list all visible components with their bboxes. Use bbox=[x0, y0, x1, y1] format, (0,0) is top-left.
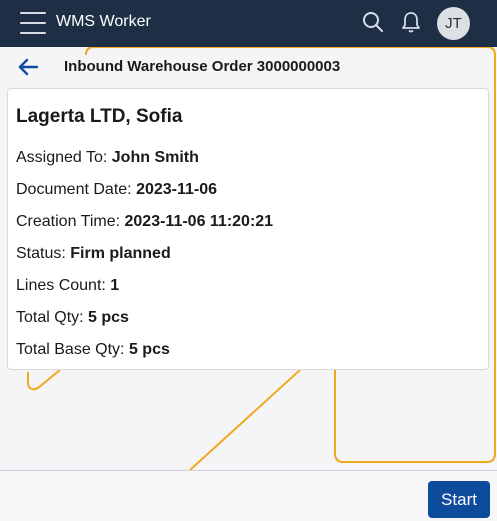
page-header: Inbound Warehouse Order 3000000003 bbox=[0, 47, 497, 87]
field-label: Lines Count: bbox=[16, 277, 106, 294]
order-details-card: Lagerta LTD, Sofia Assigned To: John Smi… bbox=[7, 88, 489, 370]
field-total-base-qty: Total Base Qty: 5 pcs bbox=[16, 341, 170, 359]
app-header: WMS Worker JT bbox=[0, 0, 497, 47]
start-button[interactable]: Start bbox=[428, 481, 490, 518]
search-icon[interactable] bbox=[361, 10, 385, 34]
field-value: 2023-11-06 11:20:21 bbox=[124, 213, 274, 230]
hamburger-menu-icon[interactable] bbox=[20, 12, 46, 34]
field-total-qty: Total Qty: 5 pcs bbox=[16, 309, 129, 327]
field-document-date: Document Date: 2023-11-06 bbox=[16, 181, 217, 199]
arrow-left-icon[interactable] bbox=[16, 57, 40, 77]
avatar[interactable]: JT bbox=[437, 7, 470, 40]
page-title: Inbound Warehouse Order 3000000003 bbox=[64, 58, 341, 75]
field-value: 5 pcs bbox=[88, 309, 129, 326]
field-status: Status: Firm planned bbox=[16, 245, 171, 263]
field-value: 2023-11-06 bbox=[136, 181, 218, 198]
field-label: Assigned To: bbox=[16, 149, 108, 166]
field-label: Total Qty: bbox=[16, 309, 84, 326]
app-title: WMS Worker bbox=[56, 13, 151, 30]
field-value: Firm planned bbox=[70, 245, 171, 262]
field-lines-count: Lines Count: 1 bbox=[16, 277, 119, 295]
footer-bar: Start bbox=[0, 470, 497, 521]
field-label: Document Date: bbox=[16, 181, 132, 198]
field-value: 5 pcs bbox=[128, 341, 170, 358]
card-title: Lagerta LTD, Sofia bbox=[16, 106, 183, 127]
bell-icon[interactable] bbox=[399, 10, 423, 34]
field-value: 1 bbox=[110, 277, 120, 294]
field-value: John Smith bbox=[111, 149, 199, 166]
field-assigned-to: Assigned To: John Smith bbox=[16, 149, 199, 167]
field-label: Status: bbox=[16, 245, 66, 262]
field-label: Total Base Qty: bbox=[16, 341, 125, 358]
field-label: Creation Time: bbox=[16, 213, 121, 230]
field-creation-time: Creation Time: 2023-11-06 11:20:21 bbox=[16, 213, 273, 231]
